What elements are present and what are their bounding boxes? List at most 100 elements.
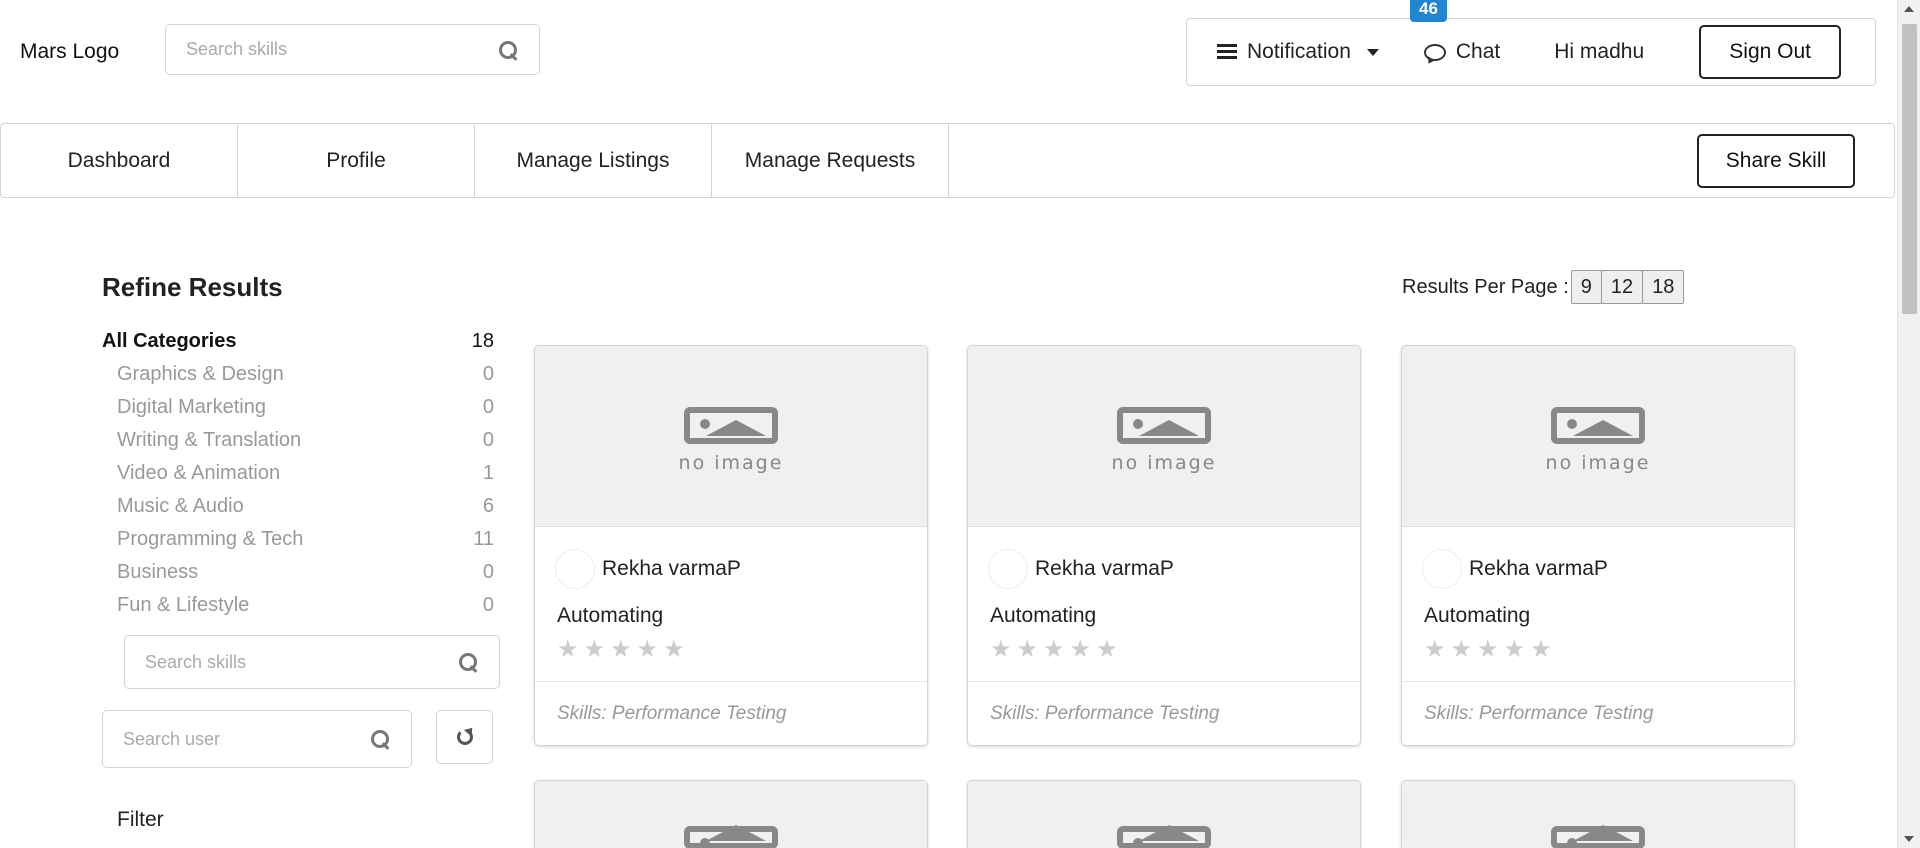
category-count: 0 <box>482 396 494 418</box>
category-item-writing-translation[interactable]: Writing & Translation 0 <box>102 424 494 457</box>
category-name: Writing & Translation <box>117 429 302 451</box>
skill-card[interactable] <box>967 780 1361 848</box>
notification-dropdown[interactable]: Notification 46 <box>1217 0 1447 64</box>
top-menu: Notification 46 Chat Hi madhu Sign Out <box>1186 0 1876 86</box>
no-image-text: no image <box>1111 451 1217 474</box>
star-icon: ★ <box>1530 636 1552 663</box>
skill-card[interactable]: no image Rekha varmaP Automating ★ ★ ★ ★… <box>534 345 928 746</box>
category-name: Fun & Lifestyle <box>117 594 250 616</box>
star-icon: ★ <box>1043 636 1065 663</box>
skill-card[interactable] <box>1401 780 1795 848</box>
seller-info[interactable]: Rekha varmaP <box>988 549 1338 589</box>
image-icon <box>1117 406 1211 444</box>
star-icon: ★ <box>610 636 632 663</box>
seller-name: Rekha varmaP <box>1035 557 1174 580</box>
category-item-graphics-design[interactable]: Graphics & Design 0 <box>102 358 494 391</box>
tab-manage-requests[interactable]: Manage Requests <box>712 124 949 197</box>
chevron-down-icon <box>1366 48 1379 56</box>
sign-out-button[interactable]: Sign Out <box>1699 25 1842 79</box>
per-page-18-button[interactable]: 18 <box>1642 270 1685 304</box>
user-search-input[interactable] <box>123 728 369 750</box>
per-page-9-button[interactable]: 9 <box>1570 270 1602 304</box>
card-skills: Skills: Performance Testing <box>1424 702 1654 724</box>
scrollbar-thumb[interactable] <box>1902 24 1917 314</box>
category-item-business[interactable]: Business 0 <box>102 556 494 589</box>
category-name: Programming & Tech <box>117 528 304 550</box>
filter-label: Filter <box>117 808 164 831</box>
star-icon: ★ <box>557 636 579 663</box>
skill-card[interactable]: no image Rekha varmaP Automating ★ ★ ★ ★… <box>967 345 1361 746</box>
refresh-button[interactable] <box>436 710 493 764</box>
skill-card[interactable] <box>534 780 928 848</box>
list-icon <box>1217 44 1237 60</box>
header-search-box[interactable] <box>165 24 540 75</box>
seller-name: Rekha varmaP <box>1469 557 1608 580</box>
per-page-12-button[interactable]: 12 <box>1600 270 1644 304</box>
card-image-placeholder[interactable]: no image <box>968 346 1360 527</box>
category-item-programming-tech[interactable]: Programming & Tech 11 <box>102 523 494 556</box>
logo[interactable]: Mars Logo <box>20 40 119 64</box>
search-icon[interactable] <box>497 39 519 61</box>
search-icon[interactable] <box>369 728 391 750</box>
star-rating: ★ ★ ★ ★ ★ <box>557 638 905 662</box>
results-per-page-label: Results Per Page : <box>1402 275 1569 298</box>
category-item-digital-marketing[interactable]: Digital Marketing 0 <box>102 391 494 424</box>
category-item-fun-lifestyle[interactable]: Fun & Lifestyle 0 <box>102 589 494 622</box>
category-name: Digital Marketing <box>117 396 266 418</box>
avatar <box>1422 549 1462 589</box>
tab-dashboard[interactable]: Dashboard <box>1 124 238 197</box>
skill-title[interactable]: Automating <box>557 604 905 628</box>
category-count: 18 <box>471 330 494 352</box>
card-image-placeholder[interactable] <box>535 781 927 848</box>
star-icon: ★ <box>1016 636 1039 663</box>
skill-search-box[interactable] <box>124 635 500 689</box>
seller-name: Rekha varmaP <box>602 557 741 580</box>
image-icon <box>1551 406 1645 444</box>
scroll-down-arrow-icon[interactable] <box>1904 836 1914 842</box>
category-name: Music & Audio <box>117 495 244 517</box>
category-item-video-animation[interactable]: Video & Animation 1 <box>102 457 494 490</box>
notification-label: Notification <box>1247 40 1351 63</box>
star-icon: ★ <box>663 636 685 663</box>
card-skills: Skills: Performance Testing <box>990 702 1220 724</box>
refresh-icon <box>456 729 473 745</box>
star-icon: ★ <box>990 636 1012 663</box>
chat-link[interactable]: Chat <box>1423 40 1500 64</box>
scroll-up-arrow-icon[interactable] <box>1904 6 1914 12</box>
category-item-music-audio[interactable]: Music & Audio 6 <box>102 490 494 523</box>
star-rating: ★ ★ ★ ★ ★ <box>990 638 1338 662</box>
card-image-placeholder[interactable]: no image <box>1402 346 1794 527</box>
vertical-scrollbar[interactable] <box>1897 0 1920 848</box>
card-image-placeholder[interactable]: no image <box>535 346 927 527</box>
skill-title[interactable]: Automating <box>1424 604 1772 628</box>
card-image-placeholder[interactable] <box>1402 781 1794 848</box>
skill-title[interactable]: Automating <box>990 604 1338 628</box>
category-count: 0 <box>482 561 494 583</box>
category-name: Graphics & Design <box>117 363 284 385</box>
seller-info[interactable]: Rekha varmaP <box>555 549 905 589</box>
category-name: Business <box>117 561 199 583</box>
image-icon <box>1117 825 1211 848</box>
avatar <box>988 549 1028 589</box>
user-search-box[interactable] <box>102 710 412 768</box>
star-icon: ★ <box>1069 636 1092 663</box>
tab-manage-listings[interactable]: Manage Listings <box>475 124 712 197</box>
tab-profile[interactable]: Profile <box>238 124 475 197</box>
search-icon[interactable] <box>457 651 479 673</box>
category-name: All Categories <box>102 330 237 352</box>
category-count: 0 <box>482 594 494 616</box>
card-image-placeholder[interactable] <box>968 781 1360 848</box>
header-search-input[interactable] <box>186 39 497 60</box>
share-skill-button[interactable]: Share Skill <box>1697 134 1855 188</box>
notification-badge: 46 <box>1410 0 1447 22</box>
seller-info[interactable]: Rekha varmaP <box>1422 549 1772 589</box>
skill-card[interactable]: no image Rekha varmaP Automating ★ ★ ★ ★… <box>1401 345 1795 746</box>
star-icon: ★ <box>1450 636 1473 663</box>
star-icon: ★ <box>583 636 606 663</box>
skill-search-input[interactable] <box>145 651 457 673</box>
category-count: 1 <box>482 462 494 484</box>
user-greeting[interactable]: Hi madhu <box>1554 40 1644 64</box>
category-count: 0 <box>482 363 494 385</box>
star-icon: ★ <box>1503 636 1526 663</box>
category-item-all[interactable]: All Categories 18 <box>102 325 494 358</box>
